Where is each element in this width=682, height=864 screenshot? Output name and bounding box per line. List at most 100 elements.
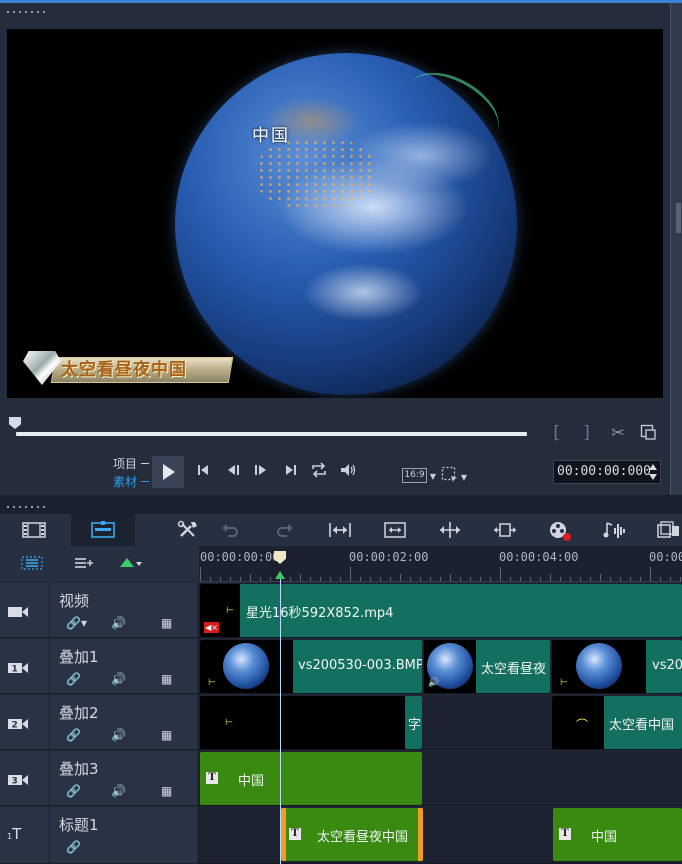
track-name-video: 视频 [59, 592, 90, 610]
add-marker-dropdown-icon[interactable] [116, 554, 144, 574]
clip-video-main[interactable]: ⊢ ◀× 星光16秒592X852.mp4 [200, 584, 682, 637]
panel-grip-handle[interactable] [5, 10, 47, 14]
timecode-value[interactable]: 00:00:00:000 [557, 464, 651, 479]
ruler-tick [510, 577, 511, 581]
clip-overlay1-b[interactable]: 🔊 太空看昼夜 [424, 640, 550, 693]
scissors-icon[interactable]: ✂ [607, 423, 629, 442]
clip-overlay3-title[interactable]: T 中国 [200, 752, 422, 805]
trim-handle-right[interactable] [418, 808, 423, 861]
clip-link-icon: ⊢ [208, 678, 216, 688]
mute-track-icon[interactable]: 🔊 [111, 672, 126, 686]
mute-track-icon[interactable]: 🔊 [111, 616, 126, 630]
volume-icon[interactable] [338, 462, 358, 482]
clip-overlay2-b[interactable]: ⌒ 太空看中国 [552, 696, 682, 749]
city-lights [257, 139, 377, 209]
mute-track-icon[interactable]: 🔊 [111, 784, 126, 798]
right-panel-splitter[interactable] [670, 3, 682, 495]
logo-text: 太空看昼夜中国 [61, 360, 187, 380]
ruler-tick [530, 577, 531, 581]
audio-mixer-icon[interactable] [603, 520, 627, 540]
timecode-display[interactable]: 00:00:00:000 [553, 460, 661, 484]
clip-thumbnail: ⊢ [552, 640, 646, 693]
ripple-edit-icon[interactable]: 🔗▾ [66, 616, 87, 630]
previous-frame-icon[interactable] [224, 462, 244, 482]
track-lane-video[interactable]: ⊢ ◀× 星光16秒592X852.mp4 [199, 583, 682, 638]
undo-icon[interactable] [218, 520, 242, 540]
ruler-tick [670, 577, 671, 581]
track-transparency-icon[interactable]: ▦ [161, 616, 172, 630]
ripple-edit-icon[interactable]: 🔗 [66, 784, 81, 798]
track-manager-icon[interactable] [20, 554, 44, 574]
add-track-icon[interactable] [72, 554, 96, 574]
enlarge-preview-icon[interactable] [639, 424, 657, 440]
redo-icon[interactable] [273, 520, 297, 540]
end-icon[interactable] [281, 462, 301, 482]
clip-title-second[interactable]: T 中国 [553, 808, 682, 861]
crop-selection-icon[interactable] [441, 466, 459, 488]
mode-project-label[interactable]: 项目 [113, 455, 137, 472]
multi-camera-icon[interactable] [656, 520, 680, 540]
panel-divider[interactable] [0, 495, 682, 515]
trim-handle-left[interactable] [281, 808, 286, 861]
repeat-icon[interactable] [309, 462, 329, 482]
clip-overlay1-c[interactable]: ⊢ vs20 [552, 640, 682, 693]
track-transparency-icon[interactable]: ▦ [161, 784, 172, 798]
home-start-icon[interactable] [193, 462, 213, 482]
ruler-label-0: 00:00:00:00 [200, 550, 280, 564]
track-name-title1: 标题1 [59, 816, 99, 834]
ruler-tick [680, 577, 681, 581]
track-transparency-icon[interactable]: ▦ [161, 672, 172, 686]
fit-to-window-icon[interactable] [328, 520, 352, 540]
track-icon-column [0, 583, 50, 637]
track-header-overlay1[interactable]: 1 叠加1 🔗 🔊 ▦ [0, 639, 199, 694]
clip-title-selected[interactable]: T 太空看昼夜中国 [281, 808, 423, 861]
track-lane-overlay1[interactable]: ⊢ vs200530-003.BMP 🔊 太空看昼夜 ⊢ vs20 [199, 639, 682, 694]
scrubber-track[interactable] [16, 432, 527, 436]
timecode-spinner-icon[interactable] [649, 463, 657, 481]
aspect-ratio-button[interactable]: 16:9 [402, 468, 427, 483]
crop-dropdown-icon[interactable]: ▼ [459, 473, 469, 482]
clip-overlay2-a[interactable]: ⊢ 字 [200, 696, 422, 749]
overlay-track-icon: 2 [7, 717, 29, 734]
track-name-overlay3: 叠加3 [59, 760, 99, 778]
mute-track-icon[interactable]: 🔊 [111, 728, 126, 742]
expand-icon[interactable] [438, 520, 462, 540]
ruler-tick [240, 577, 241, 581]
storyboard-view-tab[interactable] [2, 514, 66, 546]
ruler-tick [560, 577, 561, 581]
clip-overlay1-a[interactable]: ⊢ vs200530-003.BMP [200, 640, 422, 693]
track-height-icon[interactable] [493, 520, 517, 540]
timeline-ruler[interactable]: 00:00:00:00 00:00:02:00 00:00:04:00 00:0… [199, 546, 682, 582]
mark-out-button[interactable]: ] [582, 423, 592, 443]
timeline-grip-handle[interactable] [5, 505, 47, 509]
preview-overlay-title: 中国 [252, 126, 290, 146]
track-lane-overlay2[interactable]: ⊢ 字 ⌒ 太空看中国 [199, 695, 682, 750]
playhead-line[interactable] [280, 572, 281, 864]
ruler-tick [250, 574, 251, 581]
aspect-dropdown-icon[interactable]: ▼ [428, 472, 438, 481]
track-icon-column: 1 [0, 639, 50, 693]
preview-window[interactable]: 中国 太空看昼夜中国 [7, 29, 663, 398]
track-header-overlay3[interactable]: 3 叠加3 🔗 🔊 ▦ [0, 751, 199, 806]
overlay-track-number: 1 [12, 665, 18, 675]
ripple-edit-icon[interactable]: 🔗 [66, 840, 81, 854]
play-button[interactable] [152, 456, 184, 488]
mode-clip-label[interactable]: 素材 [113, 473, 137, 490]
ruler-tick [350, 567, 351, 581]
ripple-edit-icon[interactable]: 🔗 [66, 728, 81, 742]
track-header-video[interactable]: 视频 🔗▾ 🔊 ▦ [0, 583, 199, 638]
tools-icon[interactable] [176, 520, 200, 540]
ruler-tick [600, 574, 601, 581]
mark-in-button[interactable]: [ [551, 423, 561, 443]
track-lane-title1[interactable]: T 太空看昼夜中国 T 中国 [199, 807, 682, 864]
track-header-title1[interactable]: 1T 标题1 🔗 [0, 807, 199, 864]
timeline-view-tab[interactable] [71, 514, 135, 546]
track-header-overlay2[interactable]: 2 叠加2 🔗 🔊 ▦ [0, 695, 199, 750]
zoom-to-fit-icon[interactable] [383, 520, 407, 540]
ripple-edit-icon[interactable]: 🔗 [66, 672, 81, 686]
splitter-knob[interactable] [676, 203, 681, 233]
track-lane-overlay3[interactable]: T 中国 [199, 751, 682, 806]
next-frame-icon[interactable] [250, 462, 270, 482]
record-capture-icon[interactable] [548, 520, 572, 541]
track-transparency-icon[interactable]: ▦ [161, 728, 172, 742]
